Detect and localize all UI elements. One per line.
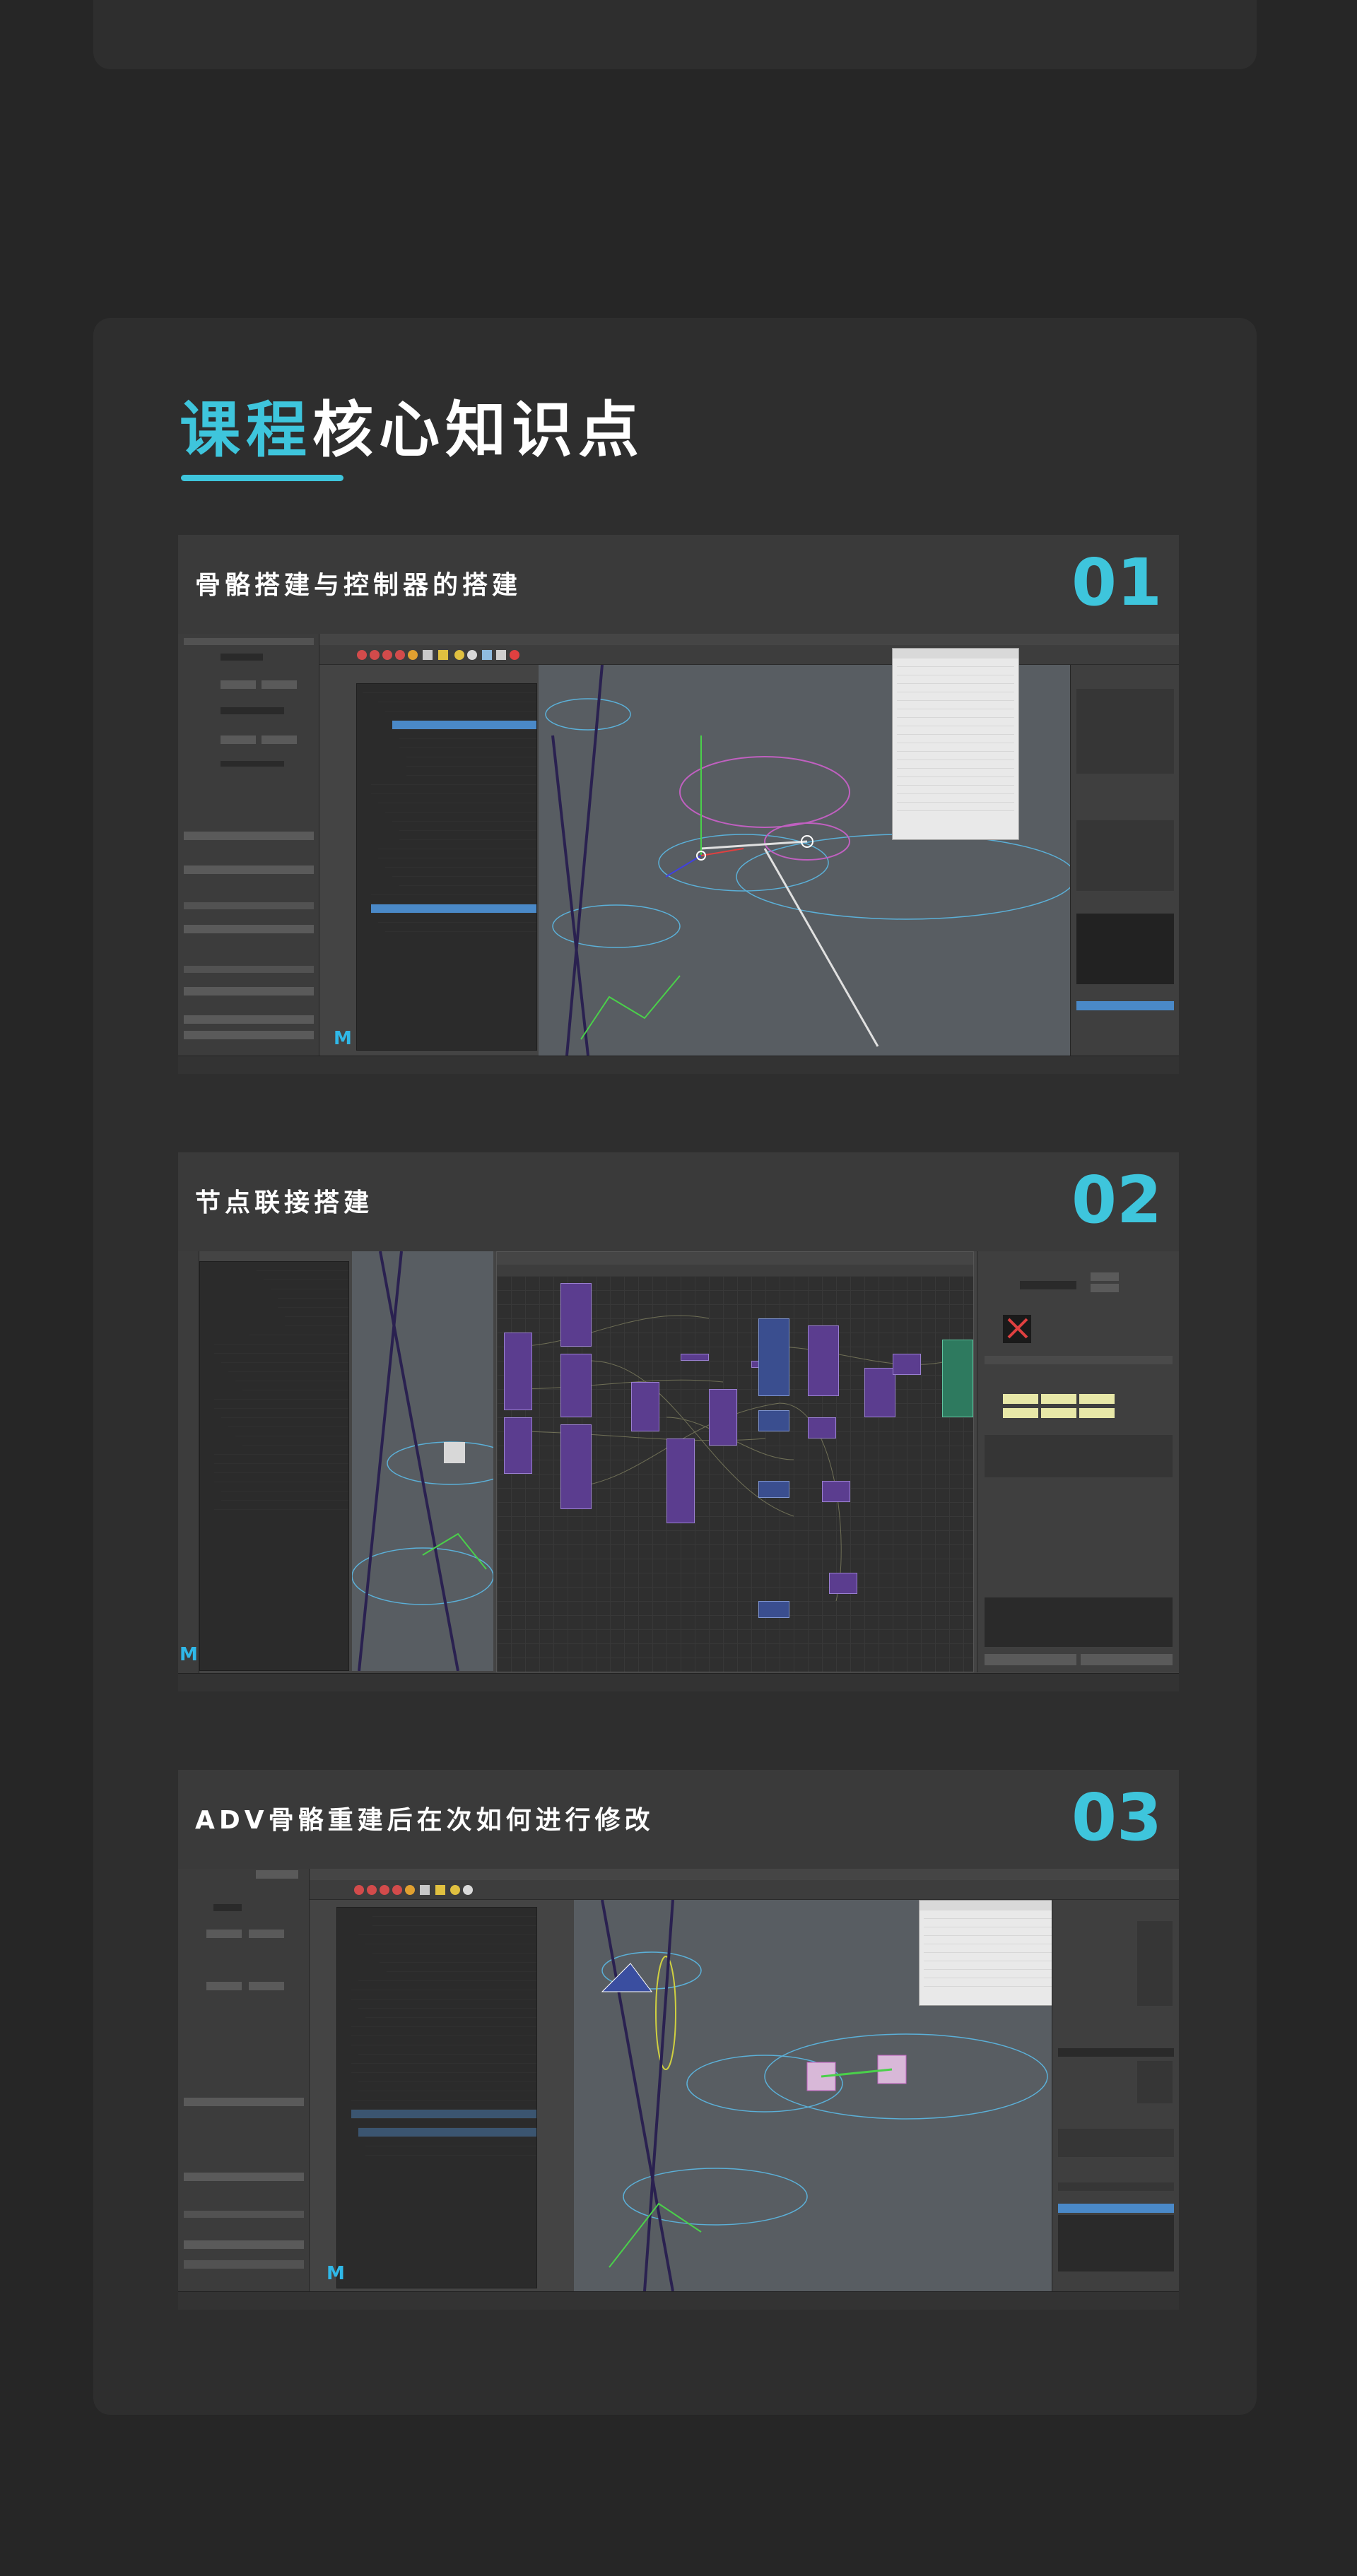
time-slider[interactable] [178, 2291, 1179, 2310]
maya-logo-icon: M [327, 2263, 345, 2284]
previous-section-card [93, 0, 1257, 69]
node[interactable] [829, 1573, 857, 1594]
shelf-toolbar [178, 645, 1179, 665]
heading-rest: 核心知识点 [312, 395, 645, 466]
node[interactable] [504, 1417, 532, 1474]
menu-bar [178, 634, 1179, 645]
node[interactable] [808, 1417, 836, 1438]
node[interactable] [560, 1424, 592, 1509]
node[interactable] [681, 1354, 709, 1361]
time-slider[interactable] [178, 1673, 1179, 1691]
node[interactable] [942, 1340, 973, 1417]
section-header: 节点联接搭建 02 [178, 1152, 1179, 1251]
section-01: 骨骼搭建与控制器的搭建 01 M [178, 535, 1179, 1074]
tool-bar [178, 1251, 199, 1691]
context-menu[interactable] [919, 1900, 1064, 2006]
node[interactable] [504, 1333, 532, 1410]
node[interactable] [631, 1382, 659, 1431]
node[interactable] [758, 1410, 789, 1431]
3d-viewport[interactable] [352, 1251, 493, 1671]
node[interactable] [758, 1481, 789, 1498]
node[interactable] [808, 1325, 839, 1396]
context-menu[interactable] [892, 648, 1019, 840]
node[interactable] [758, 1318, 789, 1396]
node[interactable] [893, 1354, 921, 1375]
node[interactable] [666, 1438, 695, 1523]
attribute-panel [178, 634, 319, 1074]
section-title: 节点联接搭建 [195, 1188, 374, 1217]
heading-underline [181, 475, 343, 481]
node[interactable] [864, 1368, 895, 1417]
maya-screenshot-node-editor: M [178, 1251, 1179, 1691]
outliner-panel [356, 683, 537, 1051]
section-number: 02 [1071, 1162, 1162, 1238]
channel-box [1052, 1900, 1179, 2291]
section-title: ADV骨骼重建后在次如何进行修改 [195, 1806, 654, 1835]
heading-accent: 课程 [180, 395, 312, 466]
section-03: ADV骨骼重建后在次如何进行修改 03 M [178, 1770, 1179, 2310]
maya-screenshot-adv-rebuild: M [178, 1869, 1179, 2310]
outliner-panel [199, 1261, 349, 1671]
node[interactable] [822, 1481, 850, 1502]
node[interactable] [758, 1601, 789, 1618]
maya-screenshot-rigging: M [178, 634, 1179, 1074]
time-slider[interactable] [178, 1056, 1179, 1074]
section-02: 节点联接搭建 02 M [178, 1152, 1179, 1691]
outliner-panel [336, 1907, 537, 2288]
channel-box [1070, 665, 1179, 1056]
node[interactable] [709, 1389, 737, 1446]
maya-logo-icon: M [180, 1644, 198, 1665]
node-editor[interactable] [496, 1251, 974, 1672]
attribute-editor [977, 1251, 1179, 1672]
node[interactable] [560, 1283, 592, 1347]
attribute-panel [178, 1869, 310, 2310]
section-number: 01 [1071, 545, 1162, 620]
section-title: 骨骼搭建与控制器的搭建 [195, 571, 522, 600]
node[interactable] [560, 1354, 592, 1417]
page-heading: 课程核心知识点 [180, 380, 645, 468]
section-number: 03 [1071, 1780, 1162, 1855]
menu-bar [178, 1869, 1179, 1880]
section-header: ADV骨骼重建后在次如何进行修改 03 [178, 1770, 1179, 1869]
shelf-toolbar [178, 1880, 1179, 1900]
maya-logo-icon: M [334, 1028, 352, 1049]
section-header: 骨骼搭建与控制器的搭建 01 [178, 535, 1179, 634]
